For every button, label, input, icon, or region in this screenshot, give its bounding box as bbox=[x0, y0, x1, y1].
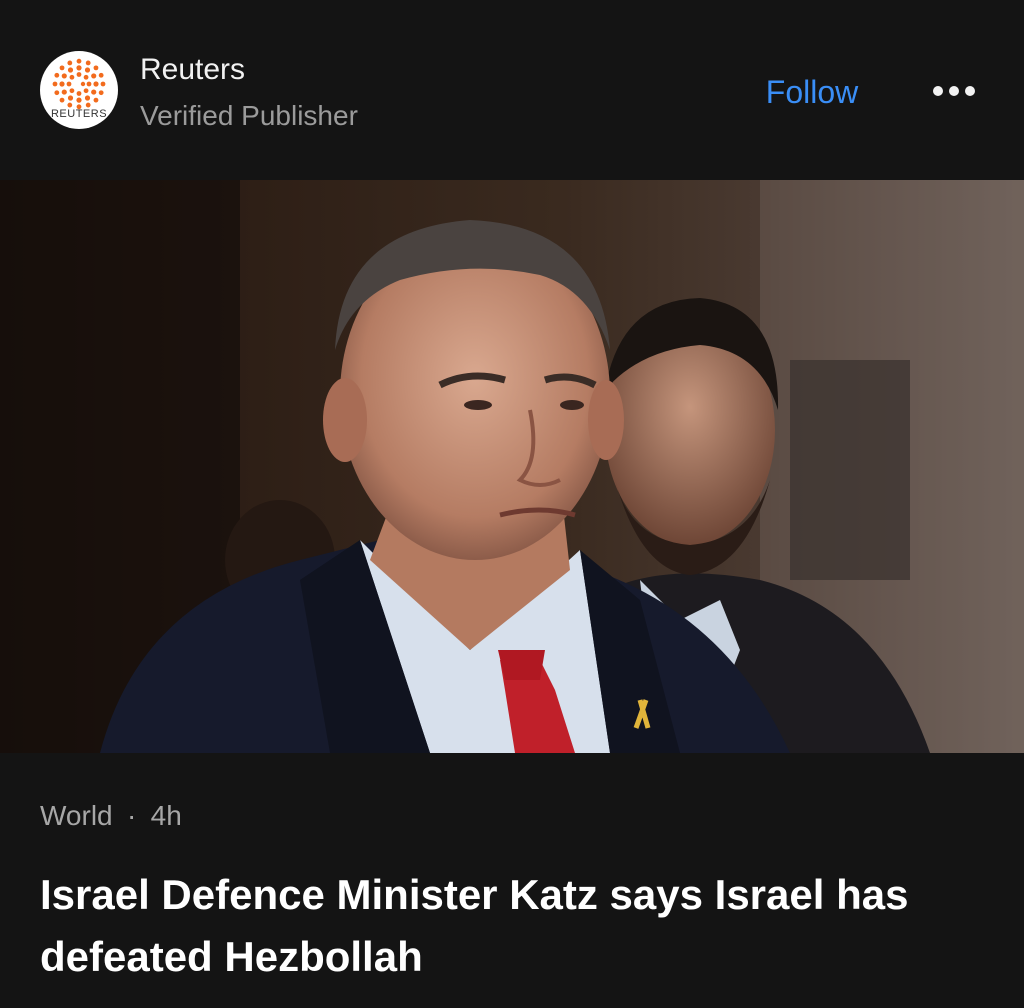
logo-dot bbox=[67, 67, 74, 73]
logo-dot bbox=[67, 102, 73, 108]
more-options-button[interactable] bbox=[924, 72, 984, 112]
logo-dot bbox=[59, 81, 65, 87]
logo-dot bbox=[80, 81, 86, 87]
logo-dot bbox=[98, 90, 104, 96]
logo-wordmark: REUTERS bbox=[50, 108, 108, 120]
logo-dot bbox=[69, 74, 75, 80]
logo-dot bbox=[54, 72, 60, 78]
logo-dot bbox=[85, 102, 91, 108]
article-age: 4h bbox=[150, 800, 182, 831]
follow-button[interactable]: Follow bbox=[750, 70, 874, 114]
publisher-verified-label: Verified Publisher bbox=[140, 100, 358, 131]
logo-dot bbox=[93, 81, 99, 87]
news-card[interactable]: REUTERS Reuters Verified Publisher Follo… bbox=[0, 0, 1024, 1008]
article-headline[interactable]: Israel Defence Minister Katz says Israel… bbox=[40, 864, 990, 988]
logo-dot bbox=[69, 88, 75, 94]
logo-dot bbox=[98, 72, 104, 78]
logo-dot bbox=[54, 90, 60, 96]
logo-dot bbox=[76, 58, 82, 64]
logo-dot bbox=[83, 88, 89, 94]
logo-dot bbox=[61, 89, 67, 95]
ellipsis-icon-dot bbox=[965, 86, 975, 96]
logo-dot bbox=[59, 97, 65, 103]
logo-dot bbox=[84, 95, 91, 101]
article-image[interactable] bbox=[0, 180, 1024, 753]
logo-dot bbox=[85, 60, 91, 66]
logo-dot bbox=[61, 73, 67, 79]
logo-dot bbox=[100, 81, 106, 87]
meta-separator: · bbox=[126, 800, 137, 831]
logo-dot bbox=[84, 67, 91, 73]
logo-dot bbox=[93, 97, 99, 103]
logo-dot bbox=[91, 89, 97, 95]
article-category[interactable]: World bbox=[40, 800, 113, 831]
logo-dot bbox=[91, 73, 97, 79]
logo-dot bbox=[67, 60, 73, 66]
publisher-header: REUTERS Reuters Verified Publisher Follo… bbox=[0, 0, 1024, 180]
article-meta: World · 4h bbox=[40, 796, 182, 836]
publisher-logo[interactable]: REUTERS bbox=[40, 51, 118, 129]
publisher-name[interactable]: Reuters bbox=[140, 52, 245, 88]
logo-dot bbox=[59, 65, 65, 71]
logo-dot bbox=[93, 65, 99, 71]
news-photo-icon bbox=[0, 180, 1024, 753]
logo-dot bbox=[76, 91, 82, 96]
logo-dot bbox=[86, 81, 92, 87]
logo-dot bbox=[76, 97, 82, 103]
logo-dot bbox=[76, 72, 82, 77]
logo-dot bbox=[83, 74, 89, 80]
logo-dot bbox=[76, 65, 82, 71]
logo-dot bbox=[66, 81, 72, 87]
logo-dot bbox=[67, 95, 74, 101]
ellipsis-icon-dot bbox=[949, 86, 959, 96]
ellipsis-icon bbox=[933, 86, 943, 96]
logo-dot bbox=[52, 81, 58, 87]
